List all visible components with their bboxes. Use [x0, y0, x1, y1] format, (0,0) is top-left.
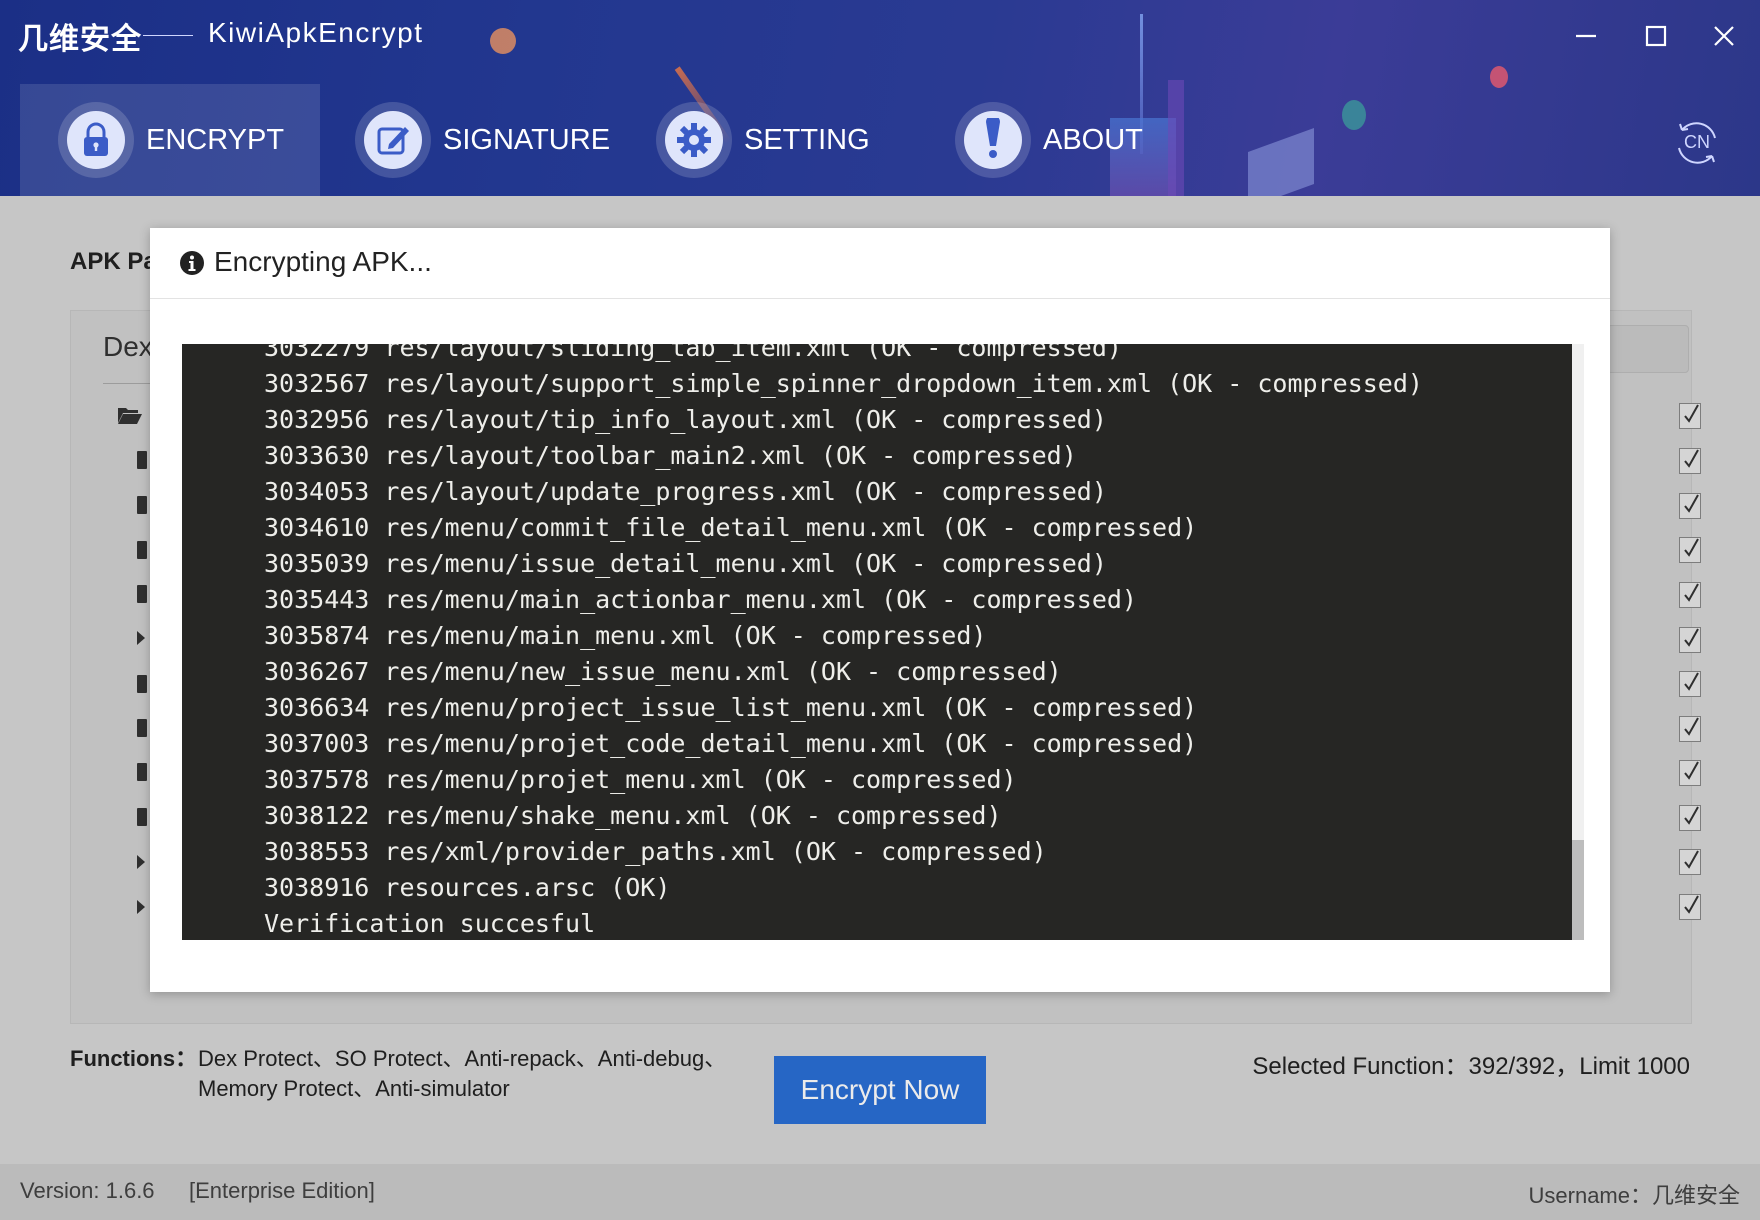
info-icon: [180, 251, 204, 275]
console-line: 3035874 res/menu/main_menu.xml (OK - com…: [264, 621, 987, 650]
header-decoration: [1248, 127, 1314, 196]
console-line: 3032279 res/layout/sliding_tab_item.xml …: [264, 344, 1122, 362]
header-decoration: [1342, 100, 1366, 130]
title-separator: [143, 35, 193, 36]
console-scrollbar[interactable]: [1572, 344, 1584, 940]
language-label: CN: [1684, 132, 1710, 152]
minimize-icon: [1576, 34, 1596, 38]
app-title: KiwiApkEncrypt: [208, 17, 424, 48]
gear-icon: [665, 111, 723, 169]
console-line: 3036634 res/menu/project_issue_list_menu…: [264, 693, 1198, 722]
lock-icon: [67, 111, 125, 169]
console-line: 3035039 res/menu/issue_detail_menu.xml (…: [264, 549, 1107, 578]
tab-icon-ring: [355, 102, 431, 178]
console-line: 3038916 resources.arsc (OK): [264, 873, 671, 902]
tab-encrypt-label: ENCRYPT: [146, 123, 285, 156]
console-line: 3038122 res/menu/shake_menu.xml (OK - co…: [264, 801, 1002, 830]
dialog-title: Encrypting APK...: [214, 246, 432, 277]
tab-icon-ring: [955, 102, 1031, 178]
tab-setting[interactable]: SETTING: [618, 84, 918, 196]
maximize-icon: [1645, 25, 1667, 47]
title-bar[interactable]: 几维安全 KiwiApkEncrypt: [0, 0, 1760, 70]
tab-signature-label: SIGNATURE: [443, 123, 611, 156]
minimize-button[interactable]: [1566, 16, 1606, 56]
tab-about-label: ABOUT: [1043, 123, 1143, 156]
tab-encrypt[interactable]: ENCRYPT: [20, 84, 320, 196]
console-line: 3034610 res/menu/commit_file_detail_menu…: [264, 513, 1198, 542]
tab-about[interactable]: ABOUT: [918, 84, 1178, 196]
close-button[interactable]: [1704, 16, 1744, 56]
console-line: 3036267 res/menu/new_issue_menu.xml (OK …: [264, 657, 1062, 686]
console-lines: 3032279 res/layout/sliding_tab_item.xml …: [264, 344, 1423, 940]
console-line: 3033630 res/layout/toolbar_main2.xml (OK…: [264, 441, 1077, 470]
console-line: 3037003 res/menu/projet_code_detail_menu…: [264, 729, 1198, 758]
console-line: 3034053 res/layout/update_progress.xml (…: [264, 477, 1107, 506]
console-line: 3037578 res/menu/projet_menu.xml (OK - c…: [264, 765, 1017, 794]
tab-signature[interactable]: SIGNATURE: [318, 84, 618, 196]
tab-setting-label: SETTING: [744, 123, 870, 156]
maximize-button[interactable]: [1636, 16, 1676, 56]
exclamation-icon: [964, 111, 1022, 169]
edit-icon: [364, 111, 422, 169]
console-line: 3038553 res/xml/provider_paths.xml (OK -…: [264, 837, 1047, 866]
console-line: 3032567 res/layout/support_simple_spinne…: [264, 369, 1423, 398]
console-output[interactable]: 3032279 res/layout/sliding_tab_item.xml …: [182, 344, 1572, 940]
brand-logo: 几维安全: [18, 23, 142, 56]
tab-icon-ring: [58, 102, 134, 178]
console-line: 3035443 res/menu/main_actionbar_menu.xml…: [264, 585, 1137, 614]
tab-icon-ring: [656, 102, 732, 178]
app-header: 几维安全 KiwiApkEncrypt ENCRYPT SIGNATURE SE…: [0, 0, 1760, 196]
language-toggle-button[interactable]: CN: [1672, 118, 1722, 168]
close-icon: [1714, 26, 1734, 46]
encrypting-dialog: Encrypting APK... 3032279 res/layout/sli…: [150, 228, 1610, 992]
console-line: 3032956 res/layout/tip_info_layout.xml (…: [264, 405, 1107, 434]
console-line: Verification succesful: [264, 909, 596, 938]
dialog-header: Encrypting APK...: [150, 228, 1610, 299]
scrollbar-thumb[interactable]: [1572, 840, 1584, 940]
